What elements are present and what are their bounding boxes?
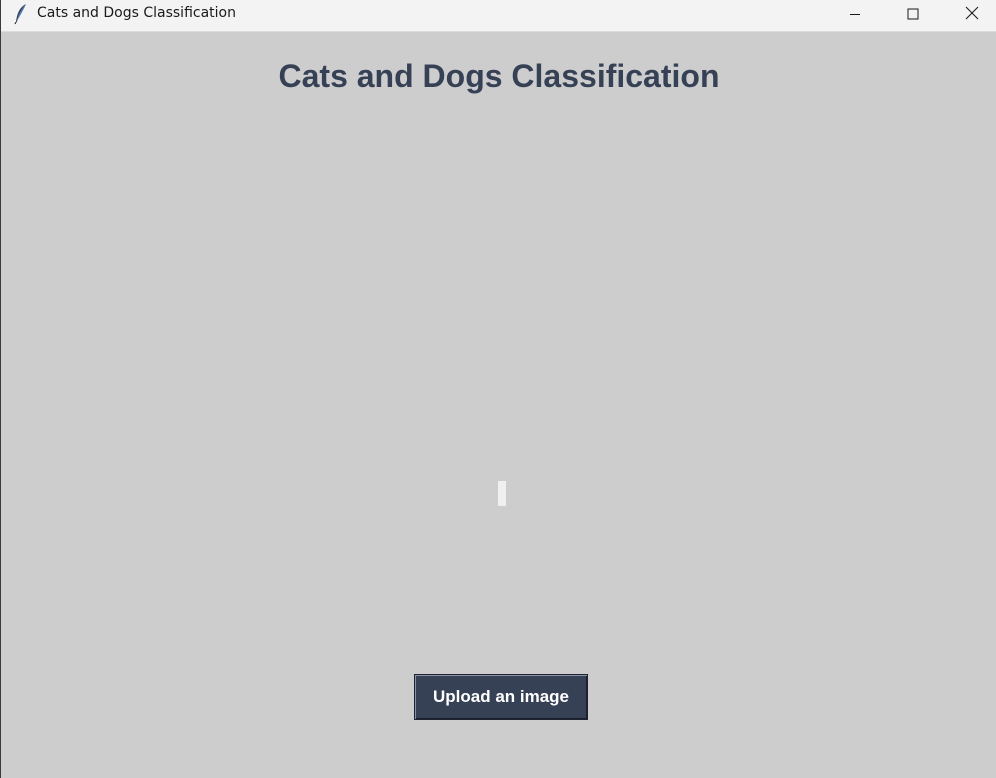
minimize-button[interactable] xyxy=(832,0,878,31)
app-window: Cats and Dogs Classification Cats and Do… xyxy=(0,0,996,778)
window-title: Cats and Dogs Classification xyxy=(37,5,236,21)
title-bar[interactable]: Cats and Dogs Classification xyxy=(1,0,996,32)
close-icon xyxy=(965,6,979,25)
page-title: Cats and Dogs Classification xyxy=(278,58,720,94)
maximize-button[interactable] xyxy=(890,0,936,31)
image-preview xyxy=(498,481,506,506)
close-button[interactable] xyxy=(949,0,995,31)
upload-image-button[interactable]: Upload an image xyxy=(414,674,588,720)
maximize-icon xyxy=(907,7,919,25)
minimize-icon xyxy=(849,7,861,25)
feather-icon xyxy=(13,3,29,25)
